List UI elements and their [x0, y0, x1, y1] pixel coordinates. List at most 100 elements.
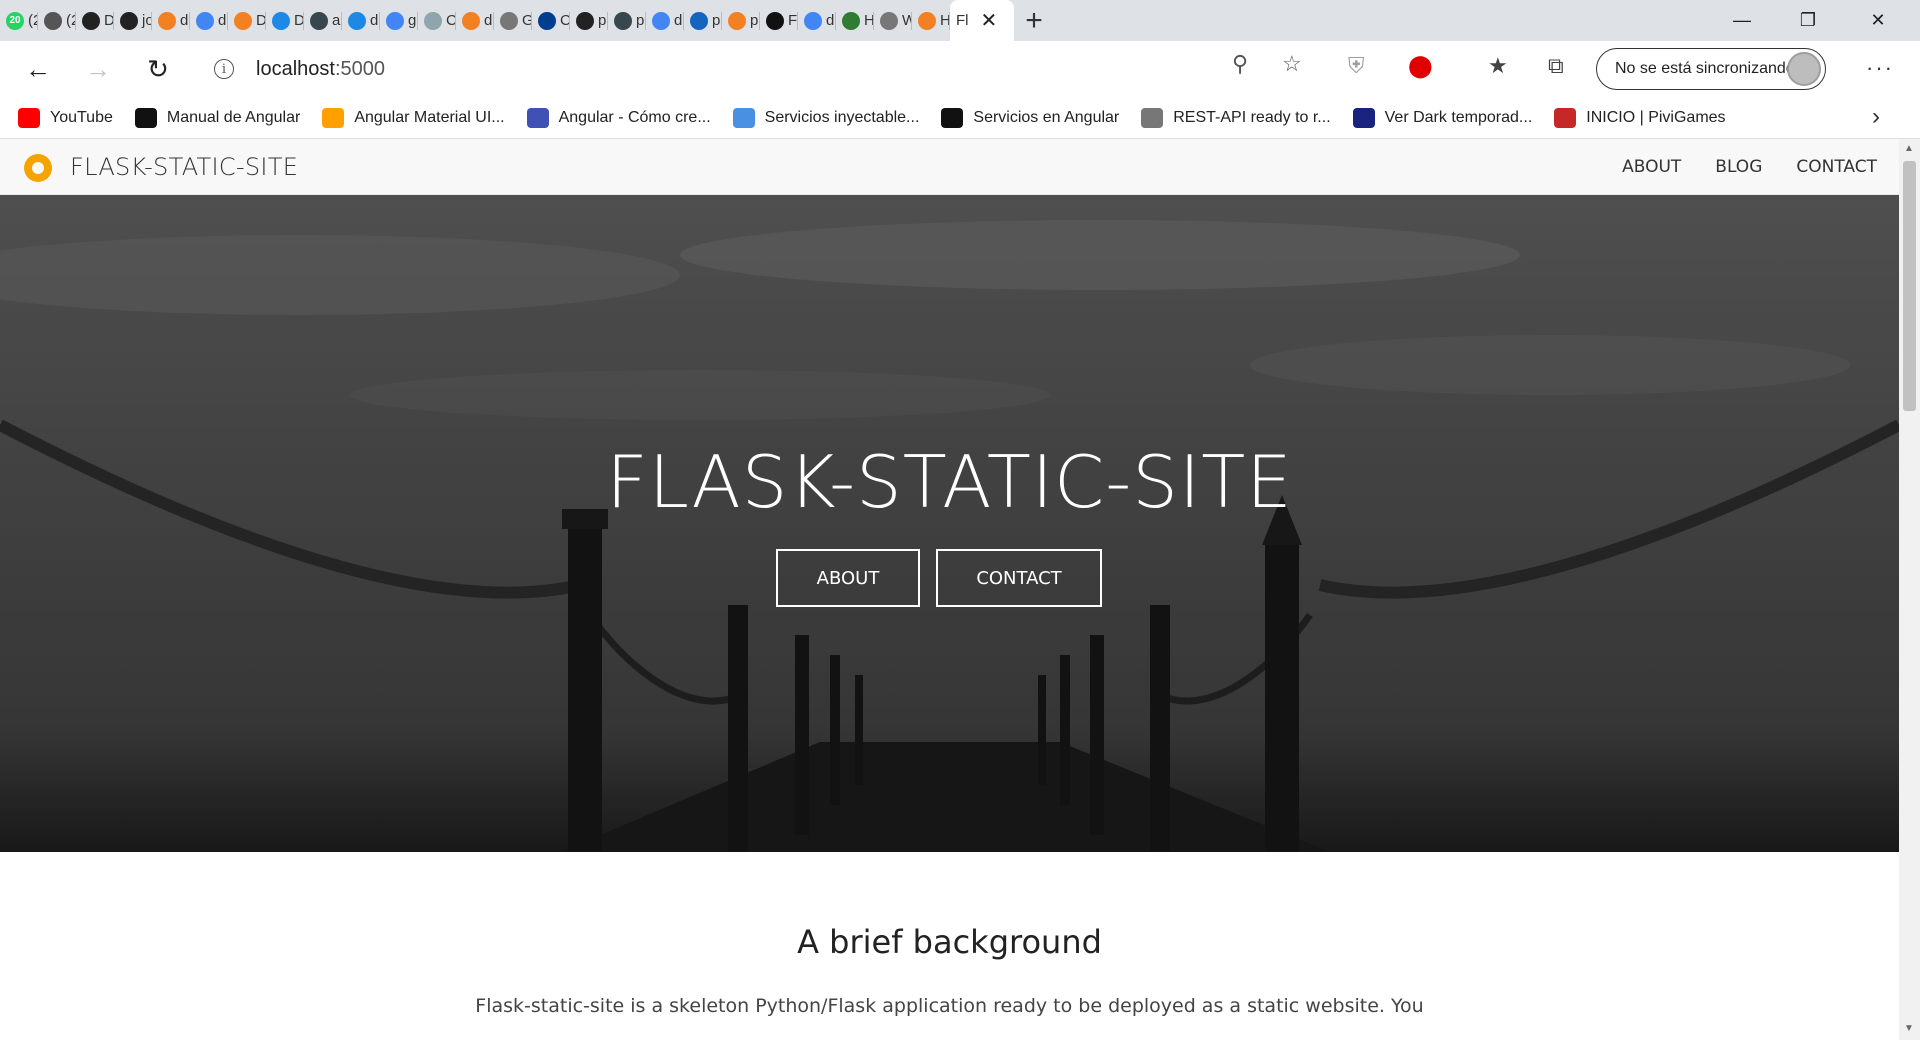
scrollbar-thumb[interactable]	[1903, 161, 1916, 411]
page-icon	[1141, 107, 1164, 128]
tab-label: d	[370, 12, 379, 29]
browser-toolbar: ← → ↻ i localhost:5000 ⚲ ☆ ⛨ ⬤ ★ ⧉ No se…	[0, 41, 1920, 97]
bookmark-item[interactable]: Angular Material UI...	[322, 107, 505, 128]
browser-tab[interactable]: 20 (2	[0, 0, 38, 41]
brand-logo-icon[interactable]	[24, 154, 52, 182]
github-icon	[576, 11, 594, 30]
browser-tab[interactable]: D	[228, 0, 266, 41]
bookmark-label: REST-API ready to r...	[1173, 108, 1331, 126]
browser-tab[interactable]: a	[304, 0, 342, 41]
section-text: Flask-static-site is a skeleton Python/F…	[475, 995, 1424, 1017]
browser-tab[interactable]: C	[532, 0, 570, 41]
bookmark-label: Servicios inyectable...	[764, 108, 920, 126]
favorite-star-icon[interactable]: ☆	[1282, 51, 1302, 77]
hero-about-button[interactable]: ABOUT	[776, 549, 920, 607]
browser-tab[interactable]: C	[418, 0, 456, 41]
favorites-list-icon[interactable]: ★	[1488, 53, 1508, 79]
browser-tab[interactable]: (2	[38, 0, 76, 41]
profile-sync-button[interactable]: No se está sincronizando	[1596, 48, 1826, 90]
browser-tab[interactable]: d	[190, 0, 228, 41]
bookmark-label: Manual de Angular	[166, 108, 301, 126]
cube-icon	[424, 11, 442, 30]
reload-icon[interactable]: ↻	[138, 49, 178, 89]
collections-icon[interactable]: ⧉	[1548, 53, 1564, 79]
new-tab-button[interactable]: +	[1014, 0, 1054, 41]
angular-icon	[526, 107, 549, 128]
slash-icon	[272, 11, 290, 30]
browser-tab[interactable]: g	[380, 0, 418, 41]
scroll-up-icon[interactable]: ▲	[1904, 143, 1914, 154]
bookmark-label: YouTube	[50, 108, 113, 126]
page-scrollbar[interactable]: ▲ ▼	[1899, 139, 1920, 1040]
bookmark-item[interactable]: INICIO | PiviGames	[1554, 107, 1726, 128]
tab-label: p	[750, 12, 759, 29]
browser-tab[interactable]: H	[912, 0, 950, 41]
section-title: A brief background	[797, 923, 1102, 961]
nav-link-contact[interactable]: CONTACT	[1796, 157, 1877, 177]
nav-link-about[interactable]: ABOUT	[1622, 157, 1681, 177]
nav-link-blog[interactable]: BLOG	[1715, 157, 1762, 177]
tab-label: W	[902, 12, 912, 29]
minimize-button[interactable]: —	[1712, 0, 1772, 41]
tab-label: d	[674, 12, 683, 29]
restore-button[interactable]: ❐	[1778, 0, 1838, 41]
browser-tab[interactable]: D	[266, 0, 304, 41]
hero-contact-button[interactable]: CONTACT	[936, 549, 1102, 607]
browser-tab[interactable]: d	[798, 0, 836, 41]
address-bar[interactable]: i localhost:5000	[198, 47, 1322, 91]
browser-tab[interactable]: d	[152, 0, 190, 41]
tab-label: (2	[66, 12, 76, 29]
opera-extension-icon[interactable]: ⬤	[1408, 53, 1433, 79]
bookmark-item[interactable]: Angular - Cómo cre...	[526, 107, 711, 128]
bookmarks-bar: YouTube Manual de Angular Angular Material…	[0, 97, 1920, 139]
browser-tab[interactable]: Fl	[760, 0, 798, 41]
shield-icon[interactable]: ⛨	[1348, 53, 1365, 79]
browser-tab[interactable]: d	[646, 0, 684, 41]
site-info-icon[interactable]: i	[214, 59, 234, 79]
tab-label: d	[484, 12, 493, 29]
window-close-button[interactable]: ✕	[1848, 0, 1908, 41]
site-navbar: FLASK-STATIC-SITE ABOUT BLOG CONTACT	[0, 139, 1899, 195]
back-icon[interactable]: ←	[18, 49, 58, 89]
more-menu-icon[interactable]: ···	[1866, 55, 1894, 81]
bookmark-item[interactable]: Manual de Angular	[134, 107, 301, 128]
tab-label: Fl	[956, 12, 969, 29]
browser-tab-active[interactable]: Fl ✕	[950, 0, 1014, 41]
browser-tab[interactable]: jo	[114, 0, 152, 41]
browser-tab[interactable]: p	[684, 0, 722, 41]
browser-tab[interactable]: d	[456, 0, 494, 41]
bookmark-item[interactable]: YouTube	[18, 107, 113, 128]
browser-tab[interactable]: d	[342, 0, 380, 41]
tab-close-icon[interactable]: ✕	[981, 8, 998, 33]
bookmark-item[interactable]: REST-API ready to r...	[1141, 107, 1331, 128]
url-text[interactable]: localhost:5000	[256, 58, 385, 81]
stackoverflow-icon	[158, 11, 176, 30]
chevron-right-icon[interactable]: ›	[1872, 103, 1880, 131]
browser-tab[interactable]: W	[874, 0, 912, 41]
bookmark-item[interactable]: Ver Dark temporad...	[1352, 107, 1532, 128]
whatsapp-icon: 20	[6, 11, 24, 30]
ab-icon	[732, 107, 755, 128]
stackoverflow-icon	[462, 11, 480, 30]
browser-tab[interactable]: p	[570, 0, 608, 41]
bookmark-item[interactable]: Servicios inyectable...	[732, 107, 920, 128]
browser-tab[interactable]: G	[494, 0, 532, 41]
browser-tab[interactable]: H	[836, 0, 874, 41]
browser-tab[interactable]: D	[76, 0, 114, 41]
tab-label: H	[864, 12, 874, 29]
forward-icon[interactable]: →	[78, 49, 118, 89]
url-port: :5000	[334, 57, 385, 80]
github-icon	[120, 11, 138, 30]
scroll-down-icon[interactable]: ▼	[1904, 1023, 1914, 1034]
tab-label: d	[826, 12, 835, 29]
site-brand[interactable]: FLASK-STATIC-SITE	[70, 153, 298, 181]
browser-tab[interactable]: p	[722, 0, 760, 41]
site-nav-links: ABOUT BLOG CONTACT	[1622, 157, 1877, 177]
bookmark-item[interactable]: Servicios en Angular	[941, 107, 1120, 128]
zoom-icon[interactable]: ⚲	[1232, 51, 1248, 77]
bookmark-label: Servicios en Angular	[973, 108, 1120, 126]
tab-label: a	[332, 12, 341, 29]
browser-tab[interactable]: p	[608, 0, 646, 41]
tab-label: D	[104, 12, 114, 29]
circle-icon	[766, 11, 784, 30]
